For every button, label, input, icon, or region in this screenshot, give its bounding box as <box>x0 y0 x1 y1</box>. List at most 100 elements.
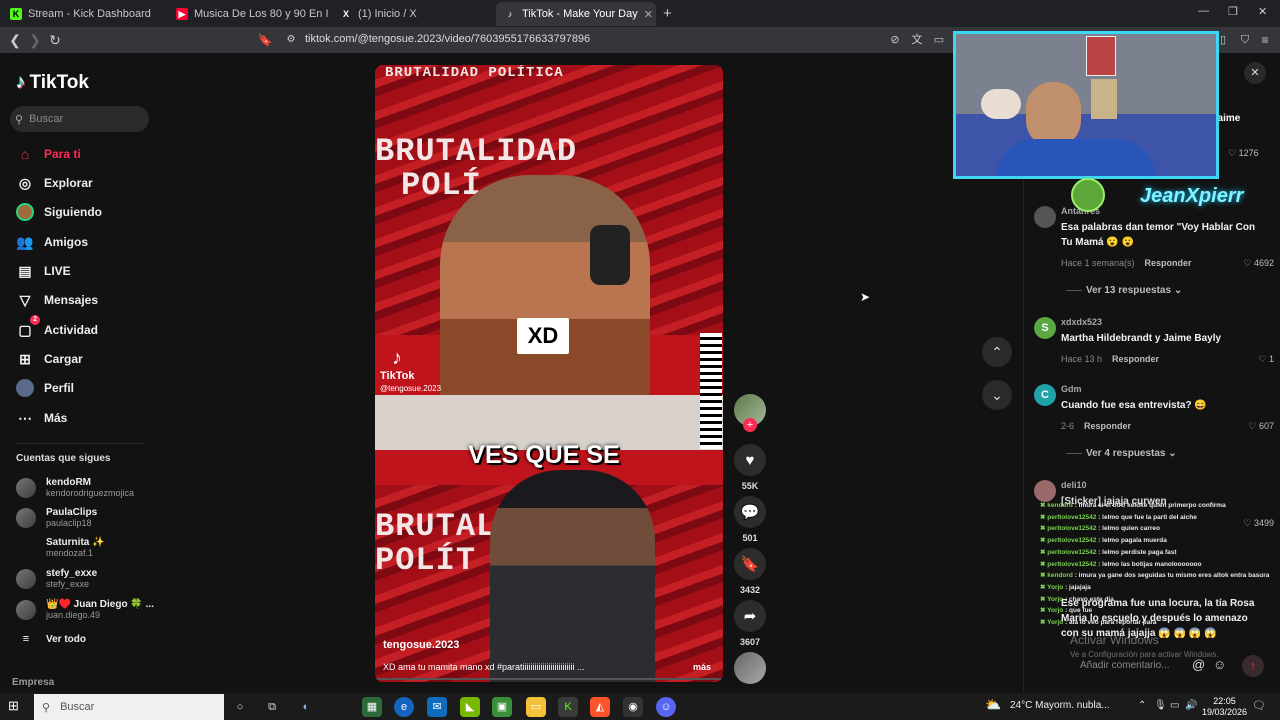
video-player[interactable]: BRUTALIDAD POLÍTICA BRUTALIDAD POLÍ BRUT… <box>375 65 723 682</box>
maximize-icon[interactable]: ❐ <box>1228 5 1238 18</box>
comment-like-button[interactable]: ♡ 1 <box>1258 354 1274 365</box>
task-view-icon[interactable]: ⧉ <box>262 697 282 717</box>
nvidia-icon[interactable]: ◣ <box>460 697 480 717</box>
obs-icon[interactable]: ▣ <box>492 697 512 717</box>
save-button[interactable]: 🔖 3432 <box>734 548 766 595</box>
like-button[interactable]: ♥ 55K <box>734 444 766 491</box>
share-button[interactable]: ➦ 3607 <box>734 600 766 647</box>
comment-button[interactable]: 💬 501 <box>734 496 766 543</box>
network-icon[interactable]: ▭ <box>1170 700 1179 711</box>
share-count: 3607 <box>739 637 761 647</box>
menu-icon[interactable]: ≡ <box>1256 31 1274 49</box>
media-icon[interactable]: ◉ <box>623 697 643 717</box>
url-text[interactable]: tiktok.com/@tengosue.2023/video/76039551… <box>305 33 590 45</box>
search-placeholder: Buscar <box>29 113 64 125</box>
nav-actividad[interactable]: ▢ 2 Actividad <box>16 315 98 339</box>
send-comment-button[interactable]: ↑ <box>1242 655 1264 677</box>
video-progress[interactable] <box>375 678 723 680</box>
reader-icon[interactable]: ⊘ <box>886 31 904 49</box>
store-icon[interactable]: ▦ <box>362 697 382 717</box>
discord-icon[interactable]: ☺ <box>656 697 676 717</box>
reload-icon[interactable]: ↻ <box>46 31 64 49</box>
search-input[interactable]: ⚲ Buscar <box>10 106 149 132</box>
forward-icon[interactable]: ❯ <box>26 31 44 49</box>
mail-icon[interactable]: ✉ <box>427 697 447 717</box>
site-info-icon[interactable]: ⚙ <box>282 31 300 49</box>
followed-account[interactable]: stefy_exxe stefy_exxe <box>16 568 97 589</box>
nav-cargar[interactable]: ⊞ Cargar <box>16 350 83 368</box>
comment-user[interactable]: Gdm <box>1061 384 1082 394</box>
comment-user[interactable]: deli10 <box>1061 480 1087 490</box>
avatar[interactable] <box>1034 480 1056 502</box>
windows-start-icon[interactable]: ⊞ <box>8 698 19 714</box>
followed-account[interactable]: kendoRM kendorodriguezmojica <box>16 477 134 498</box>
creator-avatar-button[interactable]: + <box>734 394 766 440</box>
follow-plus-icon[interactable]: + <box>743 418 757 432</box>
avatar[interactable] <box>1034 206 1056 228</box>
clock[interactable]: 22:05 19/03/2026 <box>1202 696 1247 718</box>
partial-like-count[interactable]: ♡ 1276 <box>1228 148 1259 159</box>
avatar[interactable]: S <box>1034 317 1056 339</box>
translate-icon[interactable]: 文 <box>908 31 926 49</box>
followed-account[interactable]: Saturnita ✨ mendozaf.1 <box>16 537 105 558</box>
reply-button[interactable]: Responder <box>1084 421 1131 431</box>
shield-icon[interactable]: ⛉ <box>1236 31 1254 49</box>
followed-account[interactable]: PaulaClips paulaclip18 <box>16 507 97 528</box>
x-icon: X <box>342 9 349 19</box>
followed-account[interactable]: 👑♥️ Juan Diego 🍀 ... juan.diego.49 <box>16 599 154 620</box>
avatar[interactable]: C <box>1034 384 1056 406</box>
sound-disc-icon[interactable] <box>734 652 766 684</box>
notifications-icon[interactable]: 🗨 <box>1252 699 1266 712</box>
tab-x[interactable]: X (1) Inicio / X <box>332 2 492 26</box>
mention-icon[interactable]: @ <box>1192 657 1205 672</box>
tab-youtube[interactable]: ▶ Musica De Los 80 y 90 En Ingles - La <box>168 2 328 26</box>
back-icon[interactable]: ❮ <box>6 31 24 49</box>
brave-icon[interactable]: ◭ <box>590 697 610 717</box>
cast-icon[interactable]: ▭ <box>930 31 948 49</box>
chat-message: ✖ kendord : imura si el otro keloke quie… <box>1040 500 1280 512</box>
nav-live[interactable]: ▤ LIVE <box>16 262 70 280</box>
previous-video-button[interactable]: ⌃ <box>982 337 1012 367</box>
bookmark-icon[interactable]: 🔖 <box>256 31 274 49</box>
nav-mas[interactable]: ⋯ Más <box>16 409 67 427</box>
edge-icon[interactable]: e <box>394 697 414 717</box>
next-video-button[interactable]: ⌄ <box>982 380 1012 410</box>
view-replies-button[interactable]: Ver 4 respuestas ⌄ <box>1066 448 1177 459</box>
nav-para-ti[interactable]: ⌂ Para ti <box>16 145 81 163</box>
footer-empresa-link[interactable]: Empresa <box>12 677 54 688</box>
see-more-link[interactable]: más <box>693 662 711 672</box>
see-all-link[interactable]: ≡ Ver todo <box>16 633 86 645</box>
cortana-icon[interactable]: ○ <box>230 697 250 717</box>
close-comments-icon[interactable]: ✕ <box>1244 62 1266 84</box>
minimize-icon[interactable]: — <box>1198 5 1209 17</box>
reply-button[interactable]: Responder <box>1145 258 1192 268</box>
nav-perfil[interactable]: Perfil <box>16 379 74 397</box>
view-replies-button[interactable]: Ver 13 respuestas ⌄ <box>1066 285 1182 296</box>
nav-mensajes[interactable]: ▽ Mensajes <box>16 291 98 309</box>
nav-amigos[interactable]: 👥 Amigos <box>16 233 88 251</box>
new-tab-icon[interactable]: + <box>663 5 672 22</box>
tab-kick-dashboard[interactable]: K Stream - Kick Dashboard <box>2 2 167 26</box>
nav-siguiendo[interactable]: Siguiendo <box>16 203 102 221</box>
close-window-icon[interactable]: ✕ <box>1258 5 1267 18</box>
kick-app-icon[interactable]: K <box>558 697 578 717</box>
microphone-icon[interactable]: 🎙 <box>1154 700 1167 711</box>
tray-chevron-icon[interactable]: ⌃ <box>1138 700 1146 711</box>
volume-icon[interactable]: 🔊 <box>1185 700 1197 711</box>
avatar <box>16 477 36 498</box>
tab-tiktok[interactable]: ♪ TikTok - Make Your Day ✕ <box>496 2 656 26</box>
tiktok-logo[interactable]: ♪ TikTok <box>16 72 89 94</box>
chat-message: ✖ perltolove12542 : lelmo quien carreo <box>1040 523 1280 535</box>
video-author[interactable]: tengosue.2023 <box>383 639 459 651</box>
emoji-icon[interactable]: ☺ <box>1213 657 1226 672</box>
close-tab-icon[interactable]: ✕ <box>644 8 653 21</box>
weather-text[interactable]: 24°C Mayorm. nubla... <box>1010 700 1110 711</box>
comment-like-button[interactable]: ♡ 4692 <box>1243 258 1274 269</box>
app-icon[interactable]: ◐ <box>296 697 316 717</box>
comment-user[interactable]: xdxdx523 <box>1061 317 1102 327</box>
comment-like-button[interactable]: ♡ 607 <box>1248 421 1274 432</box>
reply-button[interactable]: Responder <box>1112 354 1159 364</box>
taskbar-search-input[interactable]: ⚲ Buscar <box>34 694 224 720</box>
explorer-icon[interactable]: ▭ <box>526 697 546 717</box>
nav-explorar[interactable]: ◎ Explorar <box>16 174 93 192</box>
